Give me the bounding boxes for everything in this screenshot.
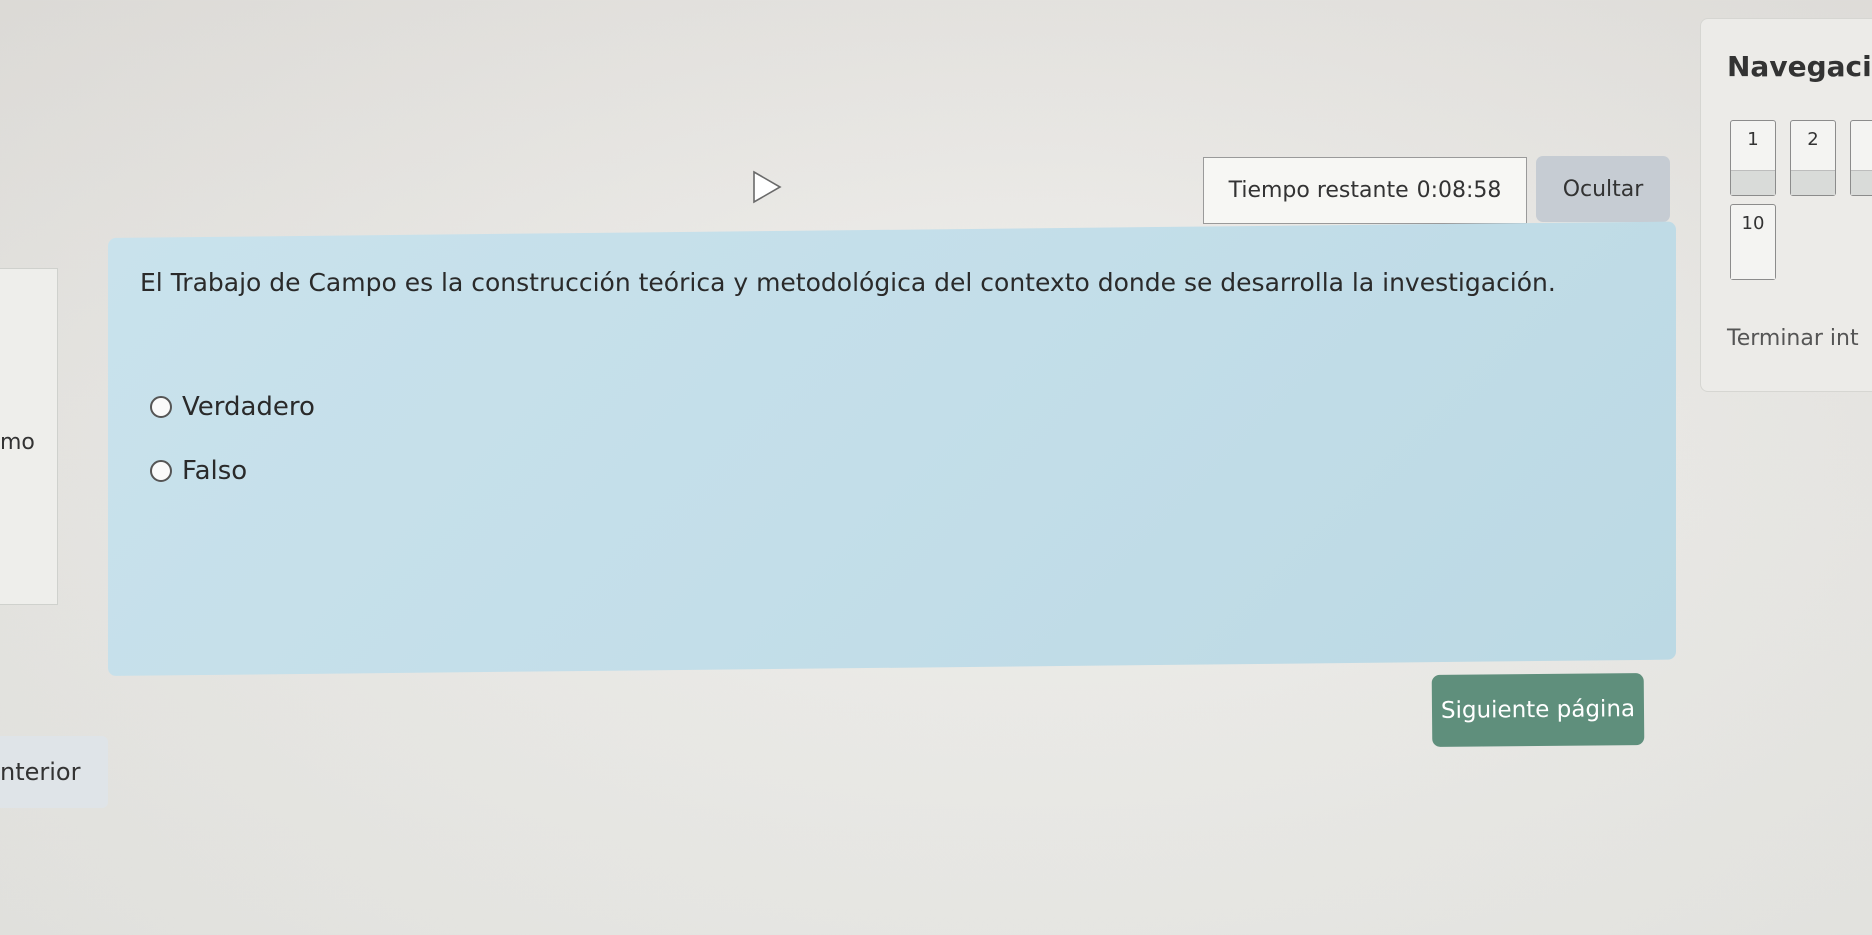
next-page-button[interactable]: Siguiente página: [1431, 673, 1645, 747]
radio-true[interactable]: [150, 396, 172, 418]
finish-attempt-link[interactable]: Terminar int: [1727, 326, 1859, 351]
quiz-nav-button-3-status: [1851, 170, 1872, 195]
quiz-nav-button-2[interactable]: 2: [1790, 120, 1836, 196]
quiz-navigation-title: Navegaci: [1727, 50, 1872, 83]
quiz-nav-button-10[interactable]: 10: [1730, 204, 1776, 280]
time-remaining-label: Tiempo restante: [1228, 178, 1409, 203]
quiz-nav-button-3[interactable]: [1850, 120, 1872, 196]
option-false[interactable]: Falso: [150, 456, 247, 486]
quiz-nav-button-10-label: 10: [1741, 213, 1765, 234]
hide-timer-button[interactable]: Ocultar: [1536, 156, 1670, 222]
previous-page-button[interactable]: nterior: [0, 736, 108, 808]
radio-false[interactable]: [150, 460, 172, 482]
option-true-label: Verdadero: [182, 392, 315, 422]
quiz-nav-button-2-label: 2: [1807, 129, 1819, 150]
option-true[interactable]: Verdadero: [150, 392, 315, 422]
mouse-pointer-icon: [753, 170, 782, 204]
time-remaining: Tiempo restante 0:08:58: [1203, 157, 1527, 224]
quiz-nav-button-10-status: [1731, 255, 1775, 279]
quiz-nav-button-1[interactable]: 1: [1730, 120, 1776, 196]
quiz-nav-button-2-status: [1791, 170, 1835, 195]
quiz-nav-button-1-status: [1731, 170, 1775, 195]
question-text: El Trabajo de Campo es la construcción t…: [140, 268, 1556, 297]
option-false-label: Falso: [182, 456, 248, 486]
quiz-nav-button-1-label: 1: [1747, 129, 1759, 150]
time-remaining-value: 0:08:58: [1416, 178, 1502, 203]
left-panel-text: mo: [0, 430, 35, 455]
